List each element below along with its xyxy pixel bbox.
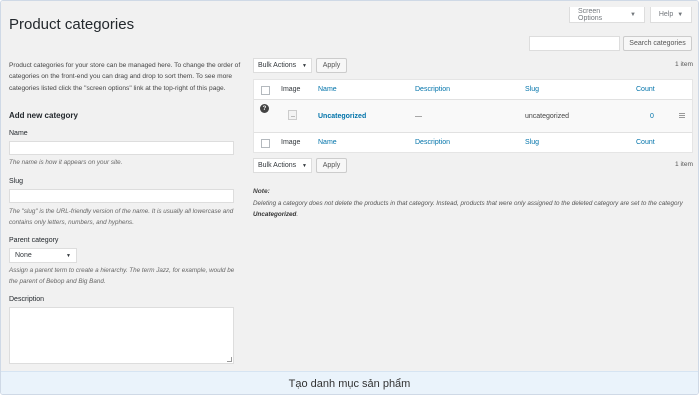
name-field[interactable]: [9, 141, 234, 155]
select-all-checkbox[interactable]: [261, 86, 270, 95]
table-header: Image Name Description Slug Count: [254, 80, 692, 100]
description-textarea[interactable]: [9, 307, 234, 364]
column-name-footer[interactable]: Name: [318, 133, 337, 152]
caret-down-icon: ▼: [677, 11, 684, 18]
slug-field[interactable]: [9, 189, 234, 203]
name-label: Name: [9, 130, 28, 137]
screenshot-frame: Product categories Screen Options ▼ Help…: [0, 0, 699, 395]
column-name[interactable]: Name: [318, 80, 337, 99]
note-text: Deleting a category does not delete the …: [253, 198, 695, 220]
drag-handle-icon[interactable]: [679, 113, 685, 118]
note-label: Note:: [253, 188, 270, 195]
screen-options-tab[interactable]: Screen Options ▼: [569, 7, 645, 23]
image-placeholder-icon: [288, 110, 297, 120]
add-new-category-heading: Add new category: [9, 111, 78, 120]
table-footer: Image Name Description Slug Count: [254, 132, 692, 152]
item-count-top: 1 item: [675, 61, 693, 68]
caret-down-icon: ▼: [302, 62, 307, 69]
caret-down-icon: ▼: [302, 162, 307, 169]
help-tab[interactable]: Help ▼: [650, 7, 692, 23]
category-slug: uncategorized: [525, 112, 569, 120]
bulk-actions-label-bottom: Bulk Actions: [258, 162, 297, 169]
parent-category-select[interactable]: None ▼: [9, 248, 77, 263]
search-input[interactable]: [529, 36, 620, 51]
column-count[interactable]: Count: [636, 80, 655, 99]
parent-category-selected: None: [15, 252, 32, 259]
resize-grip-icon[interactable]: [227, 357, 232, 362]
help-label: Help: [658, 11, 674, 18]
caret-down-icon: ▼: [66, 252, 71, 259]
name-help-text: The name is how it appears on your site.: [9, 159, 123, 166]
apply-button-bottom[interactable]: Apply: [316, 158, 347, 173]
description-label: Description: [9, 296, 45, 303]
parent-category-label: Parent category: [9, 237, 59, 244]
parent-help-text: Assign a parent term to create a hierarc…: [9, 267, 235, 286]
slug-label: Slug: [9, 178, 24, 185]
column-image: Image: [281, 86, 301, 93]
category-name-link[interactable]: Uncategorized: [318, 100, 366, 132]
image-caption: Tạo danh mục sản phẩm: [1, 371, 698, 394]
slug-help-text: The "slug" is the URL-friendly version o…: [9, 208, 234, 227]
item-count-bottom: 1 item: [675, 161, 693, 168]
column-slug-footer[interactable]: Slug: [525, 133, 539, 152]
table-row: ? Uncategorized — uncategorized 0: [254, 100, 692, 132]
search-categories-button[interactable]: Search categories: [623, 36, 692, 51]
bulk-actions-select-bottom[interactable]: Bulk Actions ▼: [253, 158, 312, 173]
note-text-after: .: [296, 211, 299, 218]
column-description-footer[interactable]: Description: [415, 133, 450, 152]
select-all-checkbox-footer[interactable]: [261, 139, 270, 148]
apply-button-top[interactable]: Apply: [316, 58, 347, 73]
intro-text: Product categories for your store can be…: [9, 62, 241, 92]
categories-table: Image Name Description Slug Count ? Unca…: [253, 79, 693, 153]
category-count[interactable]: 0: [650, 100, 654, 132]
bulk-actions-label: Bulk Actions: [258, 62, 297, 69]
screen-options-label: Screen Options: [578, 7, 603, 22]
column-slug[interactable]: Slug: [525, 80, 539, 99]
page-title: Product categories: [9, 16, 135, 33]
column-description[interactable]: Description: [415, 80, 450, 99]
note-text-before: Deleting a category does not delete the …: [253, 200, 683, 207]
note-text-bold: Uncategorized: [253, 211, 297, 218]
caret-down-icon: ▼: [630, 11, 636, 18]
column-count-footer[interactable]: Count: [636, 133, 655, 152]
bulk-actions-select-top[interactable]: Bulk Actions ▼: [253, 58, 312, 73]
column-image-footer: Image: [281, 139, 301, 146]
question-icon[interactable]: ?: [260, 104, 269, 113]
category-description: —: [415, 112, 422, 120]
admin-screen: Product categories Screen Options ▼ Help…: [1, 1, 698, 371]
